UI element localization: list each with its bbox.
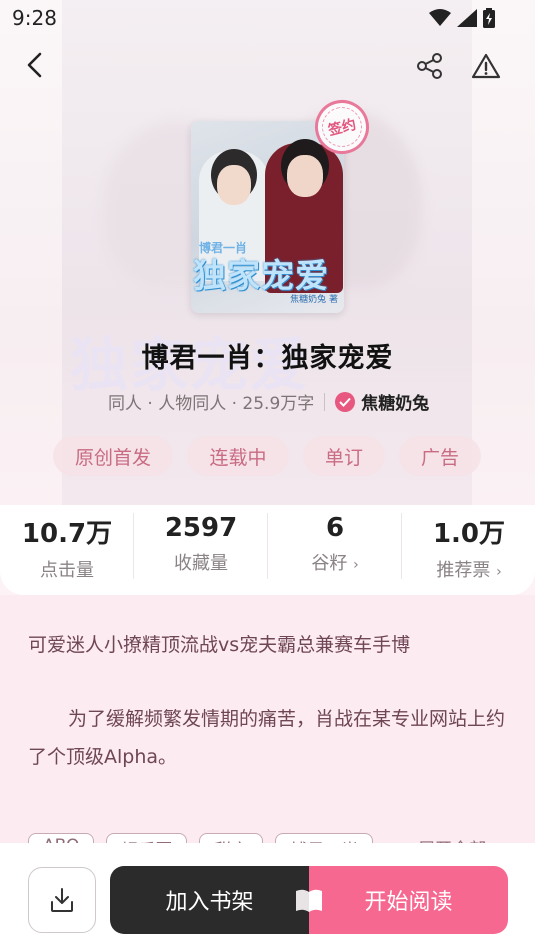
book-tags: 原创首发 连载中 单订 广告 [0,436,535,476]
stat-label: 收藏量 [174,553,228,574]
stat-label: 推荐票 › [436,560,502,581]
stat-recommend-votes[interactable]: 1.0万 推荐票 › [402,513,535,582]
book-cover[interactable]: 博君一肖 独家宠爱 焦糖奶兔 著 [191,121,344,313]
chevron-right-icon: › [496,564,502,580]
stat-label: 点击量 [40,560,94,581]
intro-section[interactable]: 可爱迷人小撩精顶流战vs宠夫霸总兼赛车手博 为了缓解频繁发情期的痛苦，肖战在某专… [0,595,535,863]
stat-label: 谷籽 › [311,553,359,574]
stats-card: 10.7万 点击量 2597 收藏量 6 谷籽 › 1.0万 推荐票 › [0,505,535,595]
download-button[interactable] [28,867,96,933]
tag-original: 原创首发 [53,436,173,476]
add-to-shelf-button[interactable]: 加入书架 [110,866,309,934]
cover-title-art: 独家宠爱 [193,256,329,295]
status-bar: 9:28 [0,0,535,36]
stat-value: 6 [325,513,345,543]
bottom-action-bar: 加入书架 开始阅读 [0,843,535,951]
stat-value: 2597 [164,513,238,543]
signal-icon [457,9,477,27]
share-icon[interactable] [416,52,444,80]
tag-single-order: 单订 [303,436,385,476]
stat-value: 1.0万 [432,519,506,549]
warning-triangle-icon[interactable] [471,52,501,80]
book-title: 博君一肖：独家宠爱 [141,343,394,374]
download-icon [51,888,73,912]
intro-paragraph: 为了缓解频繁发情期的痛苦，肖战在某专业网站上约了个顶级Alpha。 [28,708,506,768]
book-meta: 同人 · 人物同人 · 25.9万字 焦糖奶兔 [108,389,429,414]
stat-value: 10.7万 [21,519,113,549]
chevron-left-icon[interactable] [20,50,50,80]
author-verified-icon [335,391,356,412]
book-meta-text: 同人 · 人物同人 · 25.9万字 [108,394,315,414]
wifi-icon [429,9,451,26]
divider [324,392,326,411]
chevron-right-icon: › [353,557,359,573]
stat-clicks: 10.7万 点击量 [0,513,134,582]
author-name[interactable]: 焦糖奶兔 [361,389,429,414]
stat-seeds[interactable]: 6 谷籽 › [268,513,402,575]
battery-icon [483,8,495,28]
stat-favorites: 2597 收藏量 [134,513,268,575]
tag-serializing: 连载中 [187,436,289,476]
status-icons [429,8,495,28]
status-time: 9:28 [12,6,57,30]
open-book-icon [296,889,322,912]
intro-tagline: 可爱迷人小撩精顶流战vs宠夫霸总兼赛车手博 [28,634,411,656]
cover-author-art: 焦糖奶兔 著 [290,295,338,305]
start-reading-button[interactable]: 开始阅读 [309,866,508,934]
tag-ad: 广告 [399,436,481,476]
